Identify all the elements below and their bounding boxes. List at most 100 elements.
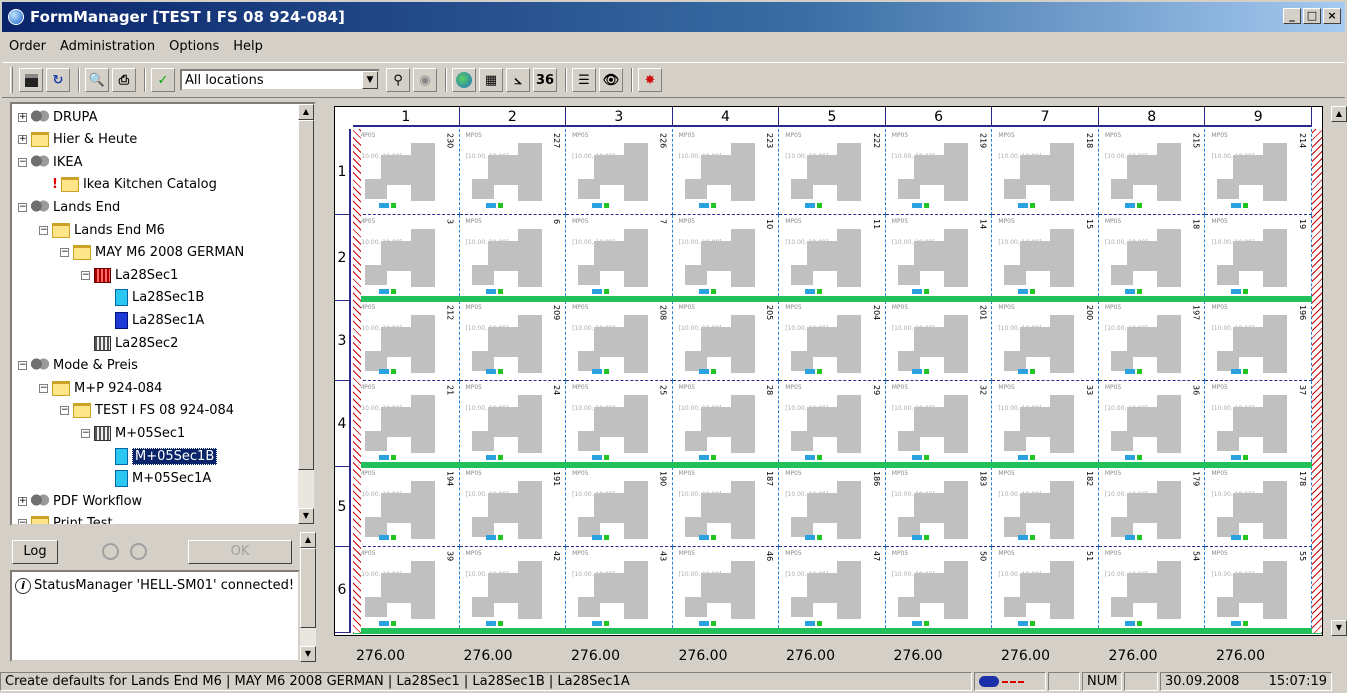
tree-scrollbar[interactable]: ▲ ▼ — [298, 104, 314, 524]
minimize-button[interactable]: _ — [1283, 8, 1301, 24]
menu-order[interactable]: Order — [2, 39, 53, 54]
page-cell[interactable]: MP05[10.00, 10.00]219 — [885, 129, 993, 215]
menu-help[interactable]: Help — [226, 39, 270, 54]
page-cell[interactable]: MP05[10.00, 10.00]14 — [885, 215, 993, 301]
row-header[interactable]: 6 — [335, 547, 351, 633]
tree-item[interactable]: ! Ikea Kitchen Catalog — [39, 174, 217, 196]
page-cell[interactable]: MP05[10.00, 10.00]21 — [353, 381, 460, 467]
tree-item[interactable]: + Hier & Heute — [18, 129, 137, 151]
page-cell[interactable]: MP05[10.00, 10.00]178 — [1205, 467, 1312, 547]
target-button[interactable]: ◉ — [413, 68, 437, 92]
row-header[interactable]: 3 — [335, 301, 351, 381]
page-cell[interactable]: MP05[10.00, 10.00]191 — [459, 467, 567, 547]
page-cell[interactable]: MP05[10.00, 10.00]196 — [1205, 301, 1312, 381]
page-cell[interactable]: MP05[10.00, 10.00]200 — [992, 301, 1099, 381]
scroll-thumb[interactable] — [300, 548, 316, 628]
tree-item[interactable]: − M+P 924-084 — [39, 377, 162, 399]
globe-button[interactable] — [452, 68, 476, 92]
page-cell[interactable]: MP05[10.00, 10.00]36 — [1098, 381, 1206, 467]
page-cell[interactable]: MP05[10.00, 10.00]201 — [885, 301, 993, 381]
tree-item[interactable]: − La28Sec1 — [81, 264, 178, 286]
column-header[interactable]: 9 — [1205, 107, 1312, 127]
collapse-icon[interactable]: − — [18, 361, 27, 371]
collapse-icon[interactable]: − — [18, 519, 27, 524]
burst-button[interactable]: ✸ — [638, 68, 662, 92]
expand-icon[interactable]: + — [18, 112, 27, 122]
log-scrollbar[interactable]: ▲ ▼ — [300, 532, 316, 662]
collapse-icon[interactable]: − — [18, 157, 27, 167]
toolbar-grip[interactable] — [10, 67, 13, 93]
page-cell[interactable]: MP05[10.00, 10.00]205 — [672, 301, 780, 381]
page-cell[interactable]: MP05[10.00, 10.00]179 — [1098, 467, 1206, 547]
layout-button[interactable]: ▦ — [479, 68, 503, 92]
collapse-icon[interactable]: − — [60, 406, 69, 416]
print-button[interactable]: ⎙ — [112, 68, 136, 92]
refresh-button[interactable]: ↻ — [46, 68, 70, 92]
page-cell[interactable]: MP05[10.00, 10.00]43 — [566, 547, 673, 633]
maximize-button[interactable]: □ — [1303, 8, 1321, 24]
row-header[interactable]: 1 — [335, 129, 351, 215]
page-cell[interactable]: MP05[10.00, 10.00]190 — [566, 467, 673, 547]
page-cell[interactable]: MP05[10.00, 10.00]10 — [672, 215, 780, 301]
close-button[interactable]: × — [1323, 8, 1341, 24]
page-cell[interactable]: MP05[10.00, 10.00]32 — [885, 381, 993, 467]
page-cell[interactable]: MP05[10.00, 10.00]25 — [566, 381, 673, 467]
page-cell[interactable]: MP05[10.00, 10.00]182 — [992, 467, 1099, 547]
page-cell[interactable]: MP05[10.00, 10.00]204 — [779, 301, 886, 381]
menu-administration[interactable]: Administration — [53, 39, 162, 54]
expand-icon[interactable]: + — [18, 496, 27, 506]
column-header[interactable]: 5 — [779, 107, 886, 127]
ok-button[interactable]: OK — [188, 540, 292, 564]
page-cell[interactable]: MP05[10.00, 10.00]50 — [885, 547, 993, 633]
column-header[interactable]: 8 — [1098, 107, 1206, 127]
tree-item[interactable]: − Lands End — [18, 196, 120, 218]
page-cell[interactable]: MP05[10.00, 10.00]29 — [779, 381, 886, 467]
tree-item[interactable]: + PDF Workflow — [18, 490, 142, 512]
collapse-icon[interactable]: − — [60, 248, 69, 258]
page-cell[interactable]: MP05[10.00, 10.00]54 — [1098, 547, 1206, 633]
page-cell[interactable]: MP05[10.00, 10.00]222 — [779, 129, 886, 215]
collapse-icon[interactable]: − — [39, 225, 48, 235]
page-cell[interactable]: MP05[10.00, 10.00]42 — [459, 547, 567, 633]
page-cell[interactable]: MP05[10.00, 10.00]37 — [1205, 381, 1312, 467]
tree-item[interactable]: M+05Sec1A — [102, 468, 211, 490]
tree-item[interactable]: La28Sec2 — [81, 332, 178, 354]
collapse-icon[interactable]: − — [81, 428, 90, 438]
scroll-thumb[interactable] — [298, 120, 314, 470]
page-cell[interactable]: MP05[10.00, 10.00]194 — [353, 467, 460, 547]
collapse-icon[interactable]: − — [81, 270, 90, 280]
page-cell[interactable]: MP05[10.00, 10.00]230 — [353, 129, 460, 215]
page-cell[interactable]: MP05[10.00, 10.00]7 — [566, 215, 673, 301]
imposition-sheet[interactable]: 1234567891MP05[10.00, 10.00]230MP05[10.0… — [334, 106, 1323, 636]
page-cell[interactable]: MP05[10.00, 10.00]227 — [459, 129, 567, 215]
page-cell[interactable]: MP05[10.00, 10.00]11 — [779, 215, 886, 301]
page-cell[interactable]: MP05[10.00, 10.00]218 — [992, 129, 1099, 215]
page-cell[interactable]: MP05[10.00, 10.00]46 — [672, 547, 780, 633]
page-cell[interactable]: MP05[10.00, 10.00]187 — [672, 467, 780, 547]
tree-item[interactable]: − IKEA — [18, 151, 82, 173]
page-cell[interactable]: MP05[10.00, 10.00]39 — [353, 547, 460, 633]
page-cell[interactable]: MP05[10.00, 10.00]15 — [992, 215, 1099, 301]
page-cell[interactable]: MP05[10.00, 10.00]33 — [992, 381, 1099, 467]
check-button[interactable]: ✓ — [151, 68, 175, 92]
tree-item[interactable]: + DRUPA — [18, 106, 97, 128]
column-header[interactable]: 3 — [566, 107, 673, 127]
tree-item[interactable]: − M+05Sec1 — [81, 422, 185, 444]
scroll-down-arrow[interactable]: ▼ — [1331, 620, 1347, 636]
row-header[interactable]: 5 — [335, 467, 351, 547]
page-cell[interactable]: MP05[10.00, 10.00]183 — [885, 467, 993, 547]
page-cell[interactable]: MP05[10.00, 10.00]197 — [1098, 301, 1206, 381]
page-cell[interactable]: MP05[10.00, 10.00]28 — [672, 381, 780, 467]
tree-item[interactable]: M+05Sec1B — [102, 445, 218, 467]
search-button[interactable]: ⚲ — [386, 68, 410, 92]
row-header[interactable]: 4 — [335, 381, 351, 467]
scroll-down-arrow[interactable]: ▼ — [300, 646, 316, 662]
page-cell[interactable]: MP05[10.00, 10.00]51 — [992, 547, 1099, 633]
tree-item[interactable]: − Lands End M6 — [39, 219, 165, 241]
page-cell[interactable]: MP05[10.00, 10.00]186 — [779, 467, 886, 547]
tree-item[interactable]: − Mode & Preis — [18, 355, 138, 377]
column-header[interactable]: 4 — [672, 107, 780, 127]
page-cell[interactable]: MP05[10.00, 10.00]6 — [459, 215, 567, 301]
chevron-down-icon[interactable]: ▼ — [362, 71, 378, 89]
page-cell[interactable]: MP05[10.00, 10.00]226 — [566, 129, 673, 215]
